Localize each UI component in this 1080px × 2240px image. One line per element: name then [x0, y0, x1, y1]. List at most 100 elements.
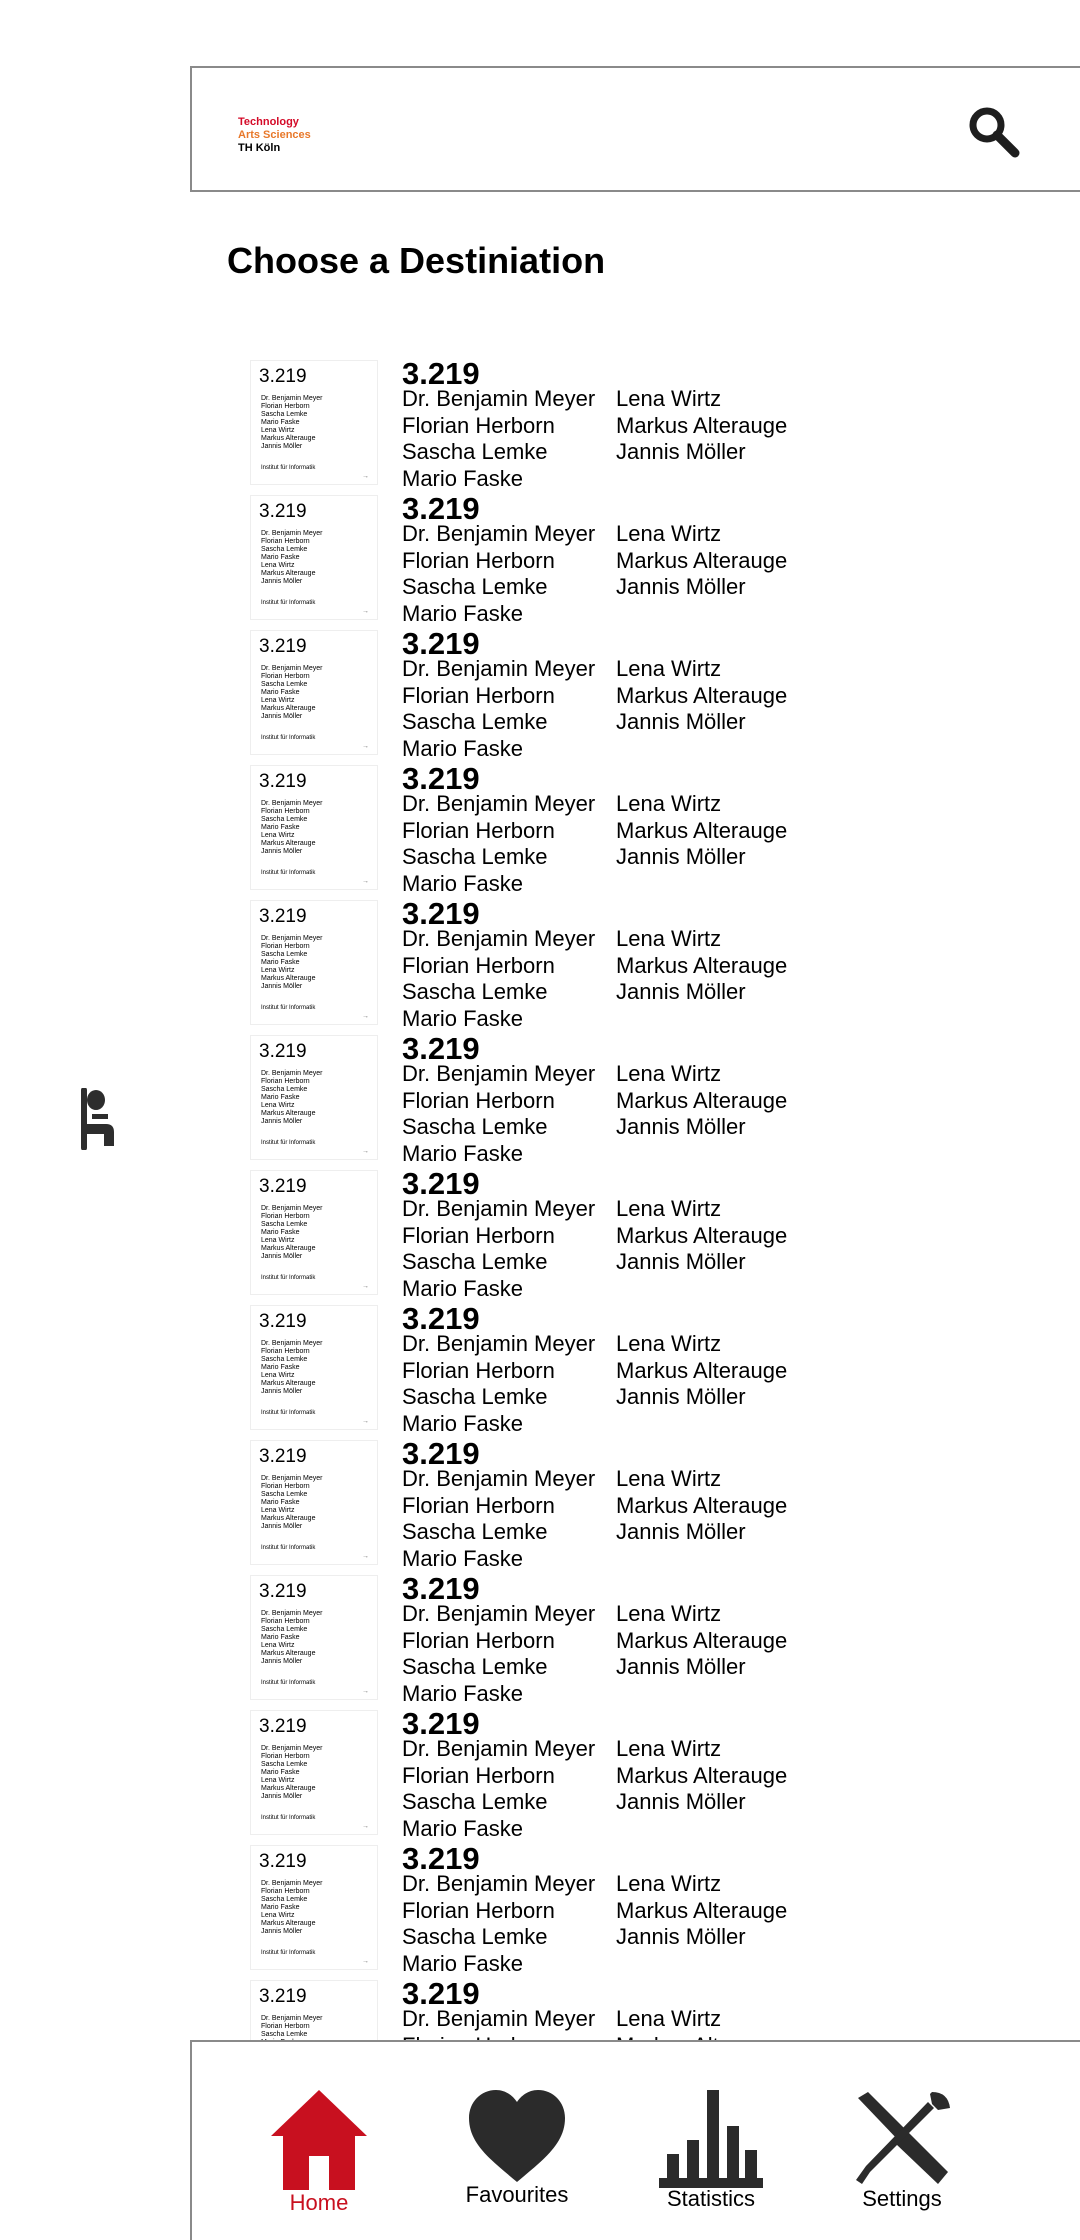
destination-item[interactable]: 3.219 Dr. Benjamin Meyer Florian Herborn Sa… [250, 897, 1080, 1035]
person-name: Jannis Möller [616, 1384, 746, 1409]
thumbnail-name: Mario Faske [261, 824, 300, 831]
destination-item[interactable]: 3.219 Dr. Benjamin Meyer Florian Herborn Sa… [250, 1977, 1080, 2040]
thumbnail-name: Dr. Benjamin Meyer [261, 800, 323, 807]
door-sign-thumbnail: 3.219 Dr. Benjamin Meyer Florian Herborn Sa… [250, 900, 378, 1025]
thumbnail-names: Dr. Benjamin Meyer Florian Herborn Sascha … [261, 1340, 322, 1396]
destination-item[interactable]: 3.219 Dr. Benjamin Meyer Florian Herborn Sa… [250, 1302, 1080, 1440]
home-icon [271, 2090, 367, 2192]
thumbnail-name: Dr. Benjamin Meyer [261, 935, 323, 942]
door-sign-thumbnail: 3.219 Dr. Benjamin Meyer Florian Herborn Sa… [250, 360, 378, 485]
thumbnail-name: Florian Herborn [261, 943, 310, 950]
people-column-1: Dr. Benjamin MeyerFlorian HerbornSascha … [402, 2006, 595, 2040]
person-name: Florian Herborn [402, 1087, 555, 1113]
thumbnail-name: Florian Herborn [261, 1618, 310, 1625]
thumbnail-names: Dr. Benjamin Meyer Florian Herborn Sascha … [261, 1745, 322, 1801]
person-name: Dr. Benjamin Meyer [402, 1331, 596, 1356]
thumbnail-name: Jannis Möller [261, 1658, 303, 1665]
destination-item[interactable]: 3.219 Dr. Benjamin Meyer Florian Herborn Sa… [250, 627, 1080, 765]
th-koeln-logo[interactable]: Technology Arts Sciences TH Köln [238, 116, 311, 155]
thumbnail-name: Sascha Lemke [261, 1356, 308, 1363]
person-name: Lena Wirtz [616, 1196, 722, 1221]
thumbnail-name: Florian Herborn [261, 673, 310, 680]
thumbnail-arrow: → [362, 1148, 369, 1155]
thumbnail-name: Sascha Lemke [261, 411, 308, 418]
person-name: Sascha Lemke [402, 844, 548, 869]
person-name: Florian Herborn [402, 1627, 555, 1653]
bar-chart-icon [659, 2090, 763, 2188]
thumbnail-name: Lena Wirtz [261, 697, 295, 704]
thumbnail-name: Markus Alterauge [261, 1110, 316, 1117]
people-column-1: Dr. Benjamin MeyerFlorian HerbornSascha … [402, 1736, 595, 1842]
thumbnail-names: Dr. Benjamin Meyer Florian Herborn Sascha … [261, 665, 322, 721]
destination-item[interactable]: 3.219 Dr. Benjamin Meyer Florian Herborn Sa… [250, 1032, 1080, 1170]
thumbnail-name: Lena Wirtz [261, 1102, 295, 1109]
door-sign-thumbnail: 3.219 Dr. Benjamin Meyer Florian Herborn Sa… [250, 1980, 378, 2040]
thumbnail-arrow: → [362, 1553, 369, 1560]
person-name: Mario Faske [402, 735, 524, 761]
person-name: Mario Faske [402, 1950, 524, 1976]
thumbnail-arrow: → [362, 473, 369, 480]
thumbnail-room-number: 3.219 [259, 906, 307, 927]
thumbnail-room-number: 3.219 [259, 366, 307, 387]
thumbnail-name: Florian Herborn [261, 1888, 310, 1895]
person-name: Jannis Möller [616, 1654, 746, 1679]
nav-statistics[interactable]: Statistics [654, 2090, 768, 2212]
thumbnail-name: Markus Alterauge [261, 1245, 316, 1252]
door-sign-thumbnail: 3.219 Dr. Benjamin Meyer Florian Herborn Sa… [250, 1170, 378, 1295]
destination-item[interactable]: 3.219 Dr. Benjamin Meyer Florian Herborn Sa… [250, 1842, 1080, 1980]
logo-line-th-koeln: TH Köln [238, 142, 281, 154]
person-name: Markus Alterauge [616, 1492, 788, 1518]
people-column-1: Dr. Benjamin MeyerFlorian HerbornSascha … [402, 1196, 595, 1302]
door-sign-thumbnail: 3.219 Dr. Benjamin Meyer Florian Herborn Sa… [250, 765, 378, 890]
search-button[interactable] [966, 104, 1022, 160]
nav-home[interactable]: Home [262, 2090, 376, 2216]
person-name: Sascha Lemke [402, 1789, 548, 1814]
person-name: Lena Wirtz [616, 1061, 722, 1086]
thumbnail-name: Jannis Möller [261, 1253, 303, 1260]
destination-item[interactable]: 3.219 Dr. Benjamin Meyer Florian Herborn Sa… [250, 1437, 1080, 1575]
nav-favourites[interactable]: Favourites [462, 2090, 572, 2208]
destination-item[interactable]: 3.219 Dr. Benjamin Meyer Florian Herborn Sa… [250, 762, 1080, 900]
logo-line-technology: Technology [238, 116, 299, 128]
person-name: Sascha Lemke [402, 574, 548, 599]
destination-item[interactable]: 3.219 Dr. Benjamin Meyer Florian Herborn Sa… [250, 1572, 1080, 1710]
people-column-1: Dr. Benjamin MeyerFlorian HerbornSascha … [402, 926, 595, 1032]
people-column-2: Lena WirtzMarkus AlteraugeJannis Möller [616, 656, 787, 736]
destination-item[interactable]: 3.219 Dr. Benjamin Meyer Florian Herborn Sa… [250, 492, 1080, 630]
thumbnail-name: Sascha Lemke [261, 1761, 308, 1768]
destination-list[interactable]: 3.219 Dr. Benjamin Meyer Florian Herborn Sa… [250, 360, 1080, 2040]
nav-settings[interactable]: Settings [842, 2090, 962, 2212]
person-name: Florian Herborn [402, 1897, 555, 1923]
thumbnail-name: Mario Faske [261, 1499, 300, 1506]
person-name: Markus Alterauge [616, 1627, 788, 1653]
destination-item[interactable]: 3.219 Dr. Benjamin Meyer Florian Herborn Sa… [250, 360, 1080, 495]
person-name: Dr. Benjamin Meyer [402, 386, 596, 411]
accessibility-button[interactable] [70, 1087, 118, 1151]
people-column-1: Dr. Benjamin MeyerFlorian HerbornSascha … [402, 1871, 595, 1977]
thumbnail-names: Dr. Benjamin Meyer Florian Herborn Sascha … [261, 530, 322, 586]
thumbnail-room-number: 3.219 [259, 1446, 307, 1467]
person-name: Markus Alterauge [616, 1897, 788, 1923]
people-column-2: Lena WirtzMarkus AlteraugeJannis Möller [616, 1331, 787, 1411]
thumbnail-arrow: → [362, 1823, 369, 1830]
thumbnail-name: Markus Alterauge [261, 975, 316, 982]
destination-item[interactable]: 3.219 Dr. Benjamin Meyer Florian Herborn Sa… [250, 1167, 1080, 1305]
thumbnail-names: Dr. Benjamin Meyer Florian Herborn Sascha … [261, 1205, 322, 1261]
person-name: Markus Alterauge [616, 1762, 788, 1788]
thumbnail-room-number: 3.219 [259, 1311, 307, 1332]
people-column-1: Dr. Benjamin MeyerFlorian HerbornSascha … [402, 386, 595, 492]
thumbnail-name: Lena Wirtz [261, 1237, 295, 1244]
thumbnail-name: Dr. Benjamin Meyer [261, 1070, 323, 1077]
thumbnail-name: Florian Herborn [261, 538, 310, 545]
door-sign-thumbnail: 3.219 Dr. Benjamin Meyer Florian Herborn Sa… [250, 630, 378, 755]
door-sign-thumbnail: 3.219 Dr. Benjamin Meyer Florian Herborn Sa… [250, 1710, 378, 1835]
person-name: Markus Alterauge [616, 817, 788, 843]
destination-item[interactable]: 3.219 Dr. Benjamin Meyer Florian Herborn Sa… [250, 1707, 1080, 1845]
person-name: Dr. Benjamin Meyer [402, 1466, 596, 1491]
person-name: Dr. Benjamin Meyer [402, 1871, 596, 1896]
thumbnail-name: Dr. Benjamin Meyer [261, 1745, 323, 1752]
thumbnail-names: Dr. Benjamin Meyer Florian Herborn Sascha … [261, 1610, 322, 1666]
thumbnail-name: Sascha Lemke [261, 1491, 308, 1498]
thumbnail-name: Markus Alterauge [261, 1920, 316, 1927]
thumbnail-room-number: 3.219 [259, 501, 307, 522]
